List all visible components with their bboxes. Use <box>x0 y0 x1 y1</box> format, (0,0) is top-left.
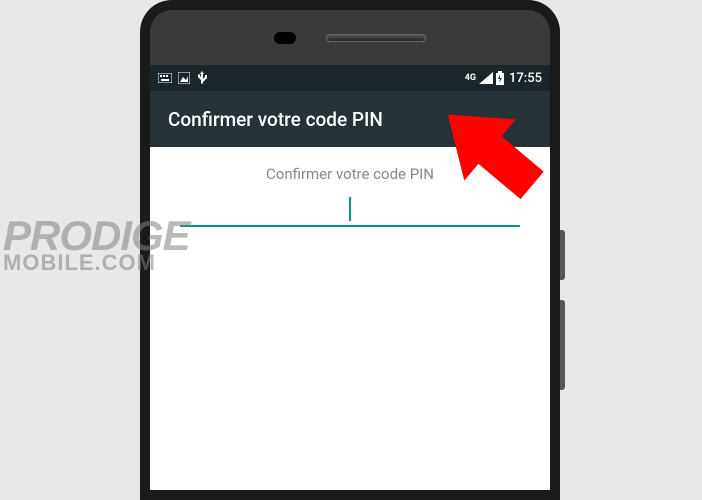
volume-button[interactable] <box>560 300 565 390</box>
app-bar: Confirmer votre code PIN <box>150 91 550 147</box>
keyboard-icon <box>158 73 172 83</box>
text-cursor <box>349 197 351 221</box>
page-title: Confirmer votre code PIN <box>168 108 383 131</box>
pin-input-container[interactable] <box>180 193 520 233</box>
watermark-line1: PRODIGE <box>3 218 190 254</box>
earpiece-area <box>150 10 550 65</box>
phone-bezel: 4G 17:55 Confirmer votre code PIN Confir… <box>150 10 550 490</box>
battery-icon <box>496 71 504 85</box>
network-type-label: 4G <box>465 73 476 83</box>
content-area: Confirmer votre code PIN <box>150 147 550 490</box>
speaker-grille <box>326 34 426 42</box>
signal-icon <box>479 72 493 84</box>
phone-frame: 4G 17:55 Confirmer votre code PIN Confir… <box>140 0 560 500</box>
pin-hint-label: Confirmer votre code PIN <box>180 165 520 183</box>
proximity-sensor <box>274 32 296 44</box>
image-icon <box>178 72 190 84</box>
screen: 4G 17:55 Confirmer votre code PIN Confir… <box>150 65 550 490</box>
usb-icon <box>196 71 208 85</box>
clock-label: 17:55 <box>509 71 542 86</box>
watermark: PRODIGE MOBILE.COM <box>3 218 190 272</box>
power-button[interactable] <box>560 230 565 280</box>
status-bar: 4G 17:55 <box>150 65 550 91</box>
